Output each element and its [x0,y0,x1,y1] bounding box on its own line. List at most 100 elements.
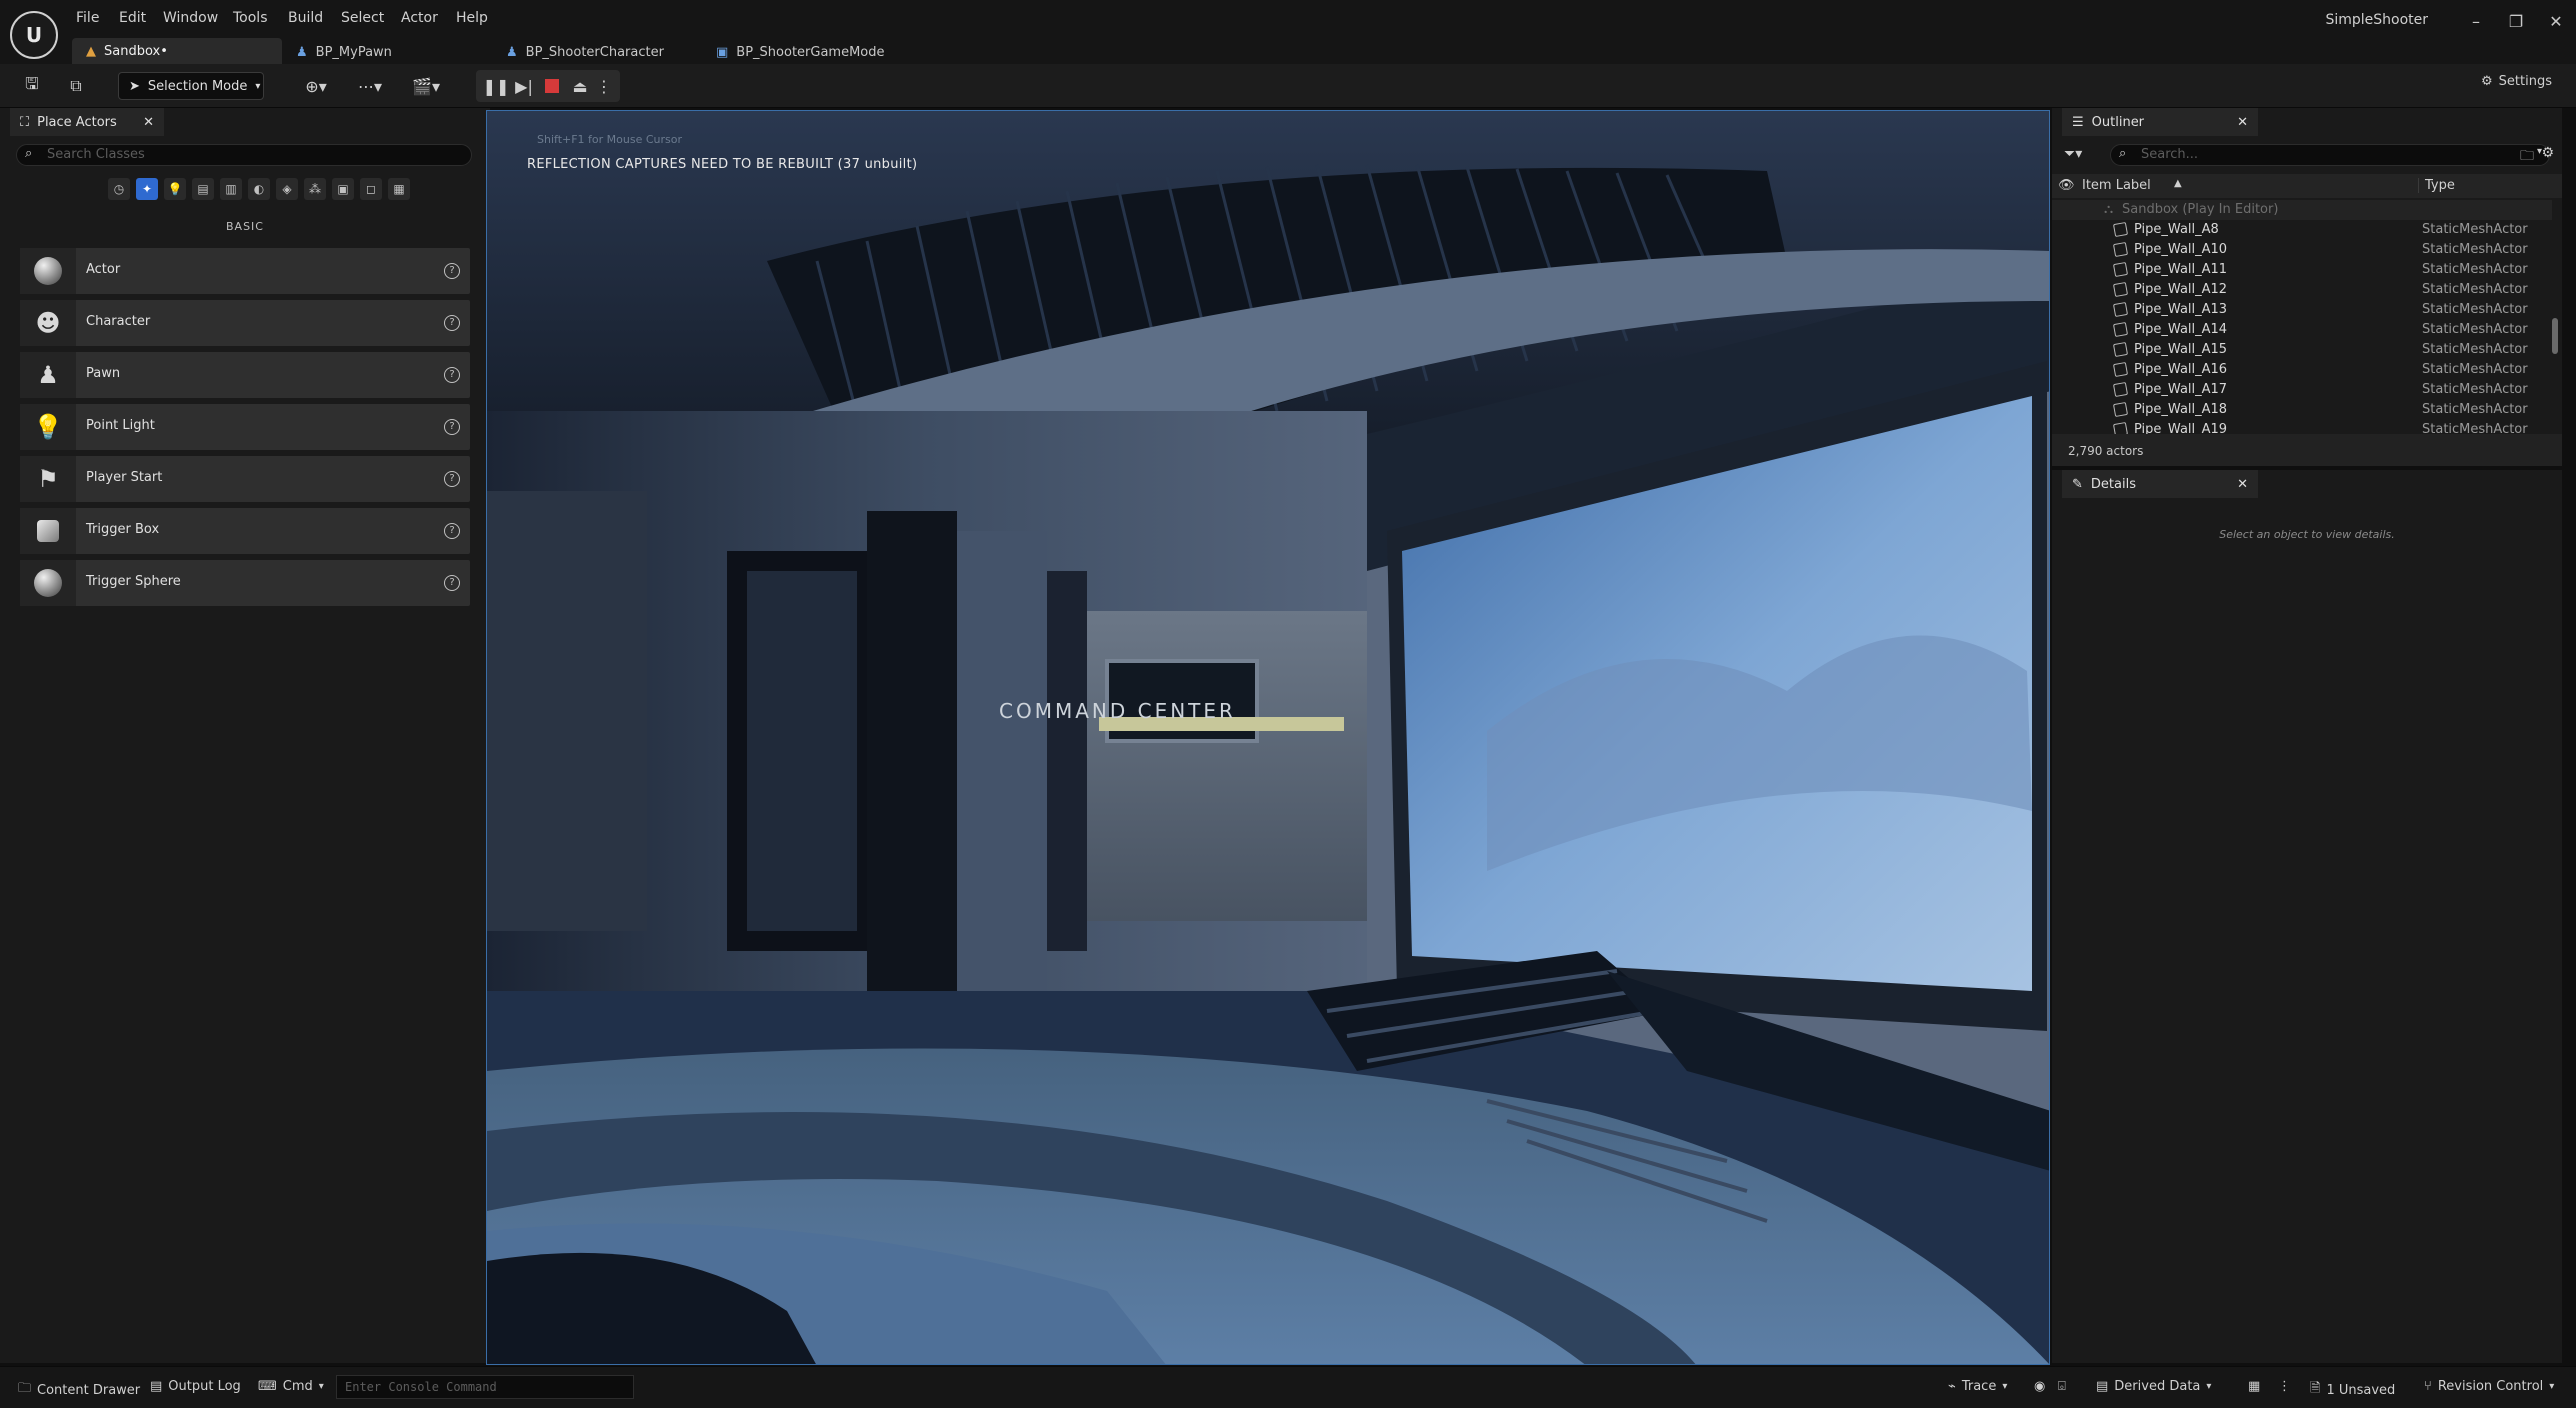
grid-icon[interactable]: ▦ [388,178,410,200]
console-command-input[interactable]: Enter Console Command [336,1375,634,1399]
help-icon[interactable]: ? [444,419,460,435]
record-icon[interactable]: ◉ [2034,1379,2045,1394]
pause-icon[interactable]: ❚❚ [483,74,510,98]
menu-edit[interactable]: Edit [119,10,146,26]
unreal-logo-icon[interactable]: U [10,11,58,59]
unsaved-button[interactable]: 🗎 1 Unsaved [2310,1379,2395,1401]
help-icon[interactable]: ? [444,367,460,383]
menu-help[interactable]: Help [456,10,488,26]
actor-item-point-light[interactable]: 💡 Point Light ? [20,404,470,450]
eject-icon[interactable]: ⏏ [568,74,592,98]
outliner-row[interactable]: Pipe_Wall_A17 StaticMeshActor [2052,380,2552,400]
menu-actor[interactable]: Actor [401,10,438,26]
tab-bp-shootercharacter[interactable]: ♟ BP_ShooterCharacter [506,40,664,64]
revision-control-button[interactable]: ⑂ Revision Control ▾ [2424,1379,2554,1394]
recent-icon[interactable]: ◷ [108,178,130,200]
derived-data-dropdown[interactable]: ▤ Derived Data ▾ [2096,1379,2211,1394]
col-type[interactable]: Type [2418,178,2455,193]
menu-tools[interactable]: Tools [233,10,268,26]
close-icon[interactable]: ✕ [2237,477,2248,492]
more-options-icon[interactable]: ⋮ [2278,1379,2291,1394]
blueprint-icon[interactable]: ⋯▾ [350,74,390,98]
outliner-row[interactable]: Pipe_Wall_A10 StaticMeshActor [2052,240,2552,260]
outliner-search-input[interactable]: Search... [2110,144,2550,166]
all-classes-icon[interactable]: ▣ [332,178,354,200]
actor-item-label: Actor [86,262,121,277]
outliner-row[interactable]: Pipe_Wall_A12 StaticMeshActor [2052,280,2552,300]
tab-label: Sandbox• [104,43,168,59]
content-drawer-button[interactable]: 🗀 Content Drawer [18,1379,140,1401]
outliner-row[interactable]: Pipe_Wall_A16 StaticMeshActor [2052,360,2552,380]
box-icon[interactable]: ◻ [360,178,382,200]
tab-bp-shootergamemode[interactable]: ▣ BP_ShooterGameMode [716,40,885,64]
help-icon[interactable]: ? [444,315,460,331]
basic-category-icon[interactable]: ✦ [136,178,158,200]
more-options-icon[interactable]: ⋮ [592,74,616,98]
tab-outliner[interactable]: ☰ Outliner ✕ [2062,108,2258,136]
trace-dropdown[interactable]: ⌁ Trace ▾ [1948,1379,2007,1394]
menu-file[interactable]: File [76,10,99,26]
close-icon[interactable]: ✕ [2237,115,2248,130]
tab-details[interactable]: ✎ Details ✕ [2062,470,2258,498]
cinematics-icon[interactable]: 🎬▾ [406,74,446,98]
restore-icon[interactable]: ❐ [2504,12,2528,36]
outliner-row[interactable]: Pipe_Wall_A15 StaticMeshActor [2052,340,2552,360]
visibility-eye-icon[interactable]: 👁 [2058,178,2075,193]
menu-window[interactable]: Window [163,10,218,26]
output-log-button[interactable]: ▤ Output Log [150,1379,241,1394]
col-item-label[interactable]: Item Label [2082,178,2151,193]
trigger-box-icon [20,508,76,554]
unsaved-icon: 🗎 [2310,1381,2321,1396]
help-icon[interactable]: ? [444,263,460,279]
menu-build[interactable]: Build [288,10,323,26]
level-viewport[interactable]: Shift+F1 for Mouse Cursor REFLECTION CAP… [486,110,2050,1365]
outliner-row[interactable]: Pipe_Wall_A13 StaticMeshActor [2052,300,2552,320]
outliner-row[interactable]: Pipe_Wall_A8 StaticMeshActor [2052,220,2552,240]
save-icon[interactable]: 🖫 [20,74,44,98]
shapes-icon[interactable]: ▤ [192,178,214,200]
browse-icon[interactable]: ⧉ [64,74,88,98]
outliner-row[interactable]: Pipe_Wall_A11 StaticMeshActor [2052,260,2552,280]
selection-mode-dropdown[interactable]: ➤ Selection Mode ▾ [118,72,264,100]
close-icon[interactable]: ✕ [143,115,154,130]
volumes-icon[interactable]: ⁂ [304,178,326,200]
outliner-row[interactable]: Pipe_Wall_A18 StaticMeshActor [2052,400,2552,420]
cinematic-icon[interactable]: ▥ [220,178,242,200]
outliner-scrollbar[interactable] [2552,318,2558,354]
actor-item-character[interactable]: ☻ Character ? [20,300,470,346]
actor-item-pawn[interactable]: ♟ Pawn ? [20,352,470,398]
actor-item-actor[interactable]: Actor ? [20,248,470,294]
close-window-icon[interactable]: ✕ [2544,12,2568,36]
tab-sandbox[interactable]: ▲ Sandbox• [72,38,282,64]
visual-effects-icon[interactable]: ◐ [248,178,270,200]
row-name: Pipe_Wall_A12 [2134,282,2228,297]
unsaved-label: 1 Unsaved [2326,1382,2396,1398]
help-icon[interactable]: ? [444,523,460,539]
search-classes-input[interactable]: Search Classes [16,144,472,166]
add-folder-icon[interactable]: 🗀 [2520,145,2534,169]
help-icon[interactable]: ? [444,575,460,591]
filter-icon[interactable]: ⏷▾ [2064,146,2082,162]
tab-place-actors[interactable]: ⛶ Place Actors ✕ [10,108,164,136]
screenshot-icon[interactable]: ⌻ [2058,1379,2066,1394]
actor-item-player-start[interactable]: ⚑ Player Start ? [20,456,470,502]
source-control-icon[interactable]: ▦ [2248,1379,2260,1394]
lights-icon[interactable]: 💡 [164,178,186,200]
menu-select[interactable]: Select [341,10,384,26]
static-mesh-icon [2112,321,2129,338]
tab-bp-mypawn[interactable]: ♟ BP_MyPawn [296,40,392,64]
actor-item-trigger-sphere[interactable]: Trigger Sphere ? [20,560,470,606]
outliner-row[interactable]: Pipe_Wall_A14 StaticMeshActor [2052,320,2552,340]
actor-item-trigger-box[interactable]: Trigger Box ? [20,508,470,554]
geometry-icon[interactable]: ◈ [276,178,298,200]
stop-icon[interactable] [540,74,564,98]
revision-control-label: Revision Control [2437,1379,2544,1394]
step-icon[interactable]: ▶| [512,74,536,98]
cmd-dropdown[interactable]: ⌨ Cmd ▾ [258,1379,324,1394]
add-actor-icon[interactable]: ⊕▾ [296,74,336,98]
settings-button[interactable]: ⚙ Settings [2481,74,2552,89]
outliner-world-row[interactable]: ⛬ Sandbox (Play In Editor) [2052,200,2552,220]
minimize-icon[interactable]: – [2464,12,2488,36]
help-icon[interactable]: ? [444,471,460,487]
gear-icon[interactable]: ⚙ [2541,145,2554,161]
